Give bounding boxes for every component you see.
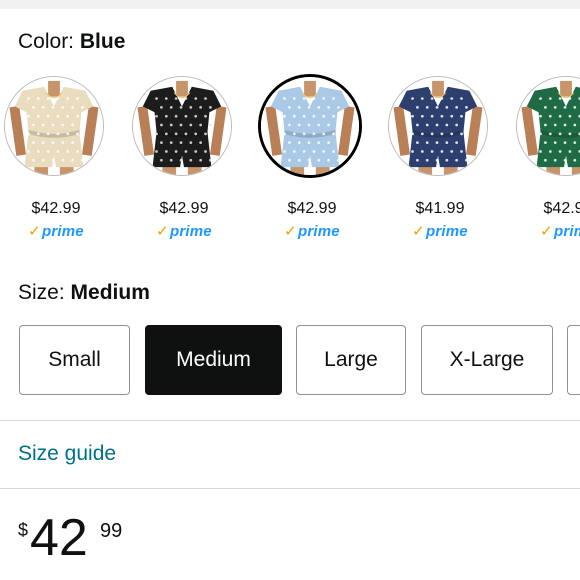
price-whole: 42	[30, 509, 88, 567]
size-option-medium[interactable]: Medium	[145, 325, 282, 395]
swatch-price: $42.99	[543, 200, 580, 217]
swatch-image-black	[132, 76, 232, 176]
size-option-small[interactable]: Small	[19, 325, 130, 395]
size-label: Size:	[18, 281, 65, 304]
size-option-list: Small Medium Large X-Large	[0, 325, 580, 397]
swatch-price: $42.99	[287, 200, 337, 217]
prime-label: prime	[425, 223, 468, 240]
size-option-next[interactable]	[567, 325, 580, 395]
swatch-price: $41.99	[415, 200, 465, 217]
color-selector-label: Color: Blue	[18, 30, 125, 54]
prime-badge: ✓prime	[1, 222, 111, 240]
prime-check-icon: ✓	[284, 223, 297, 240]
color-label: Color:	[18, 30, 75, 53]
color-swatch-list: $42.99 ✓prime $42.99 ✓prime $42.99 ✓prim…	[0, 74, 580, 244]
prime-label: prime	[169, 223, 212, 240]
section-divider	[0, 488, 580, 489]
swatch-image-beige	[4, 76, 104, 176]
price-fraction: 99	[100, 520, 123, 542]
swatch-price: $42.99	[159, 200, 209, 217]
prime-label: prime	[41, 223, 84, 240]
section-divider	[0, 420, 580, 421]
prime-check-icon: ✓	[28, 223, 41, 240]
prime-check-icon: ✓	[540, 223, 553, 240]
selected-size-value: Medium	[70, 281, 150, 304]
prime-label: prime	[297, 223, 340, 240]
prime-check-icon: ✓	[412, 223, 425, 240]
prime-badge: ✓prime	[385, 222, 495, 240]
swatch-image-blue	[258, 74, 362, 178]
swatch-image-green	[516, 76, 580, 176]
selected-color-value: Blue	[79, 30, 126, 53]
size-selector-label: Size: Medium	[18, 281, 150, 305]
size-option-x-large[interactable]: X-Large	[421, 325, 553, 395]
swatch-price: $42.99	[31, 200, 81, 217]
top-divider-bar	[0, 0, 580, 9]
prime-check-icon: ✓	[156, 223, 169, 240]
swatch-image-navy	[388, 76, 488, 176]
prime-badge: ✓prime	[513, 222, 580, 240]
size-guide-link[interactable]: Size guide	[18, 442, 116, 466]
prime-badge: ✓prime	[129, 222, 239, 240]
size-option-large[interactable]: Large	[296, 325, 406, 395]
prime-label: prime	[553, 223, 580, 240]
prime-badge: ✓prime	[257, 222, 367, 240]
price-currency-symbol: $	[18, 520, 29, 540]
